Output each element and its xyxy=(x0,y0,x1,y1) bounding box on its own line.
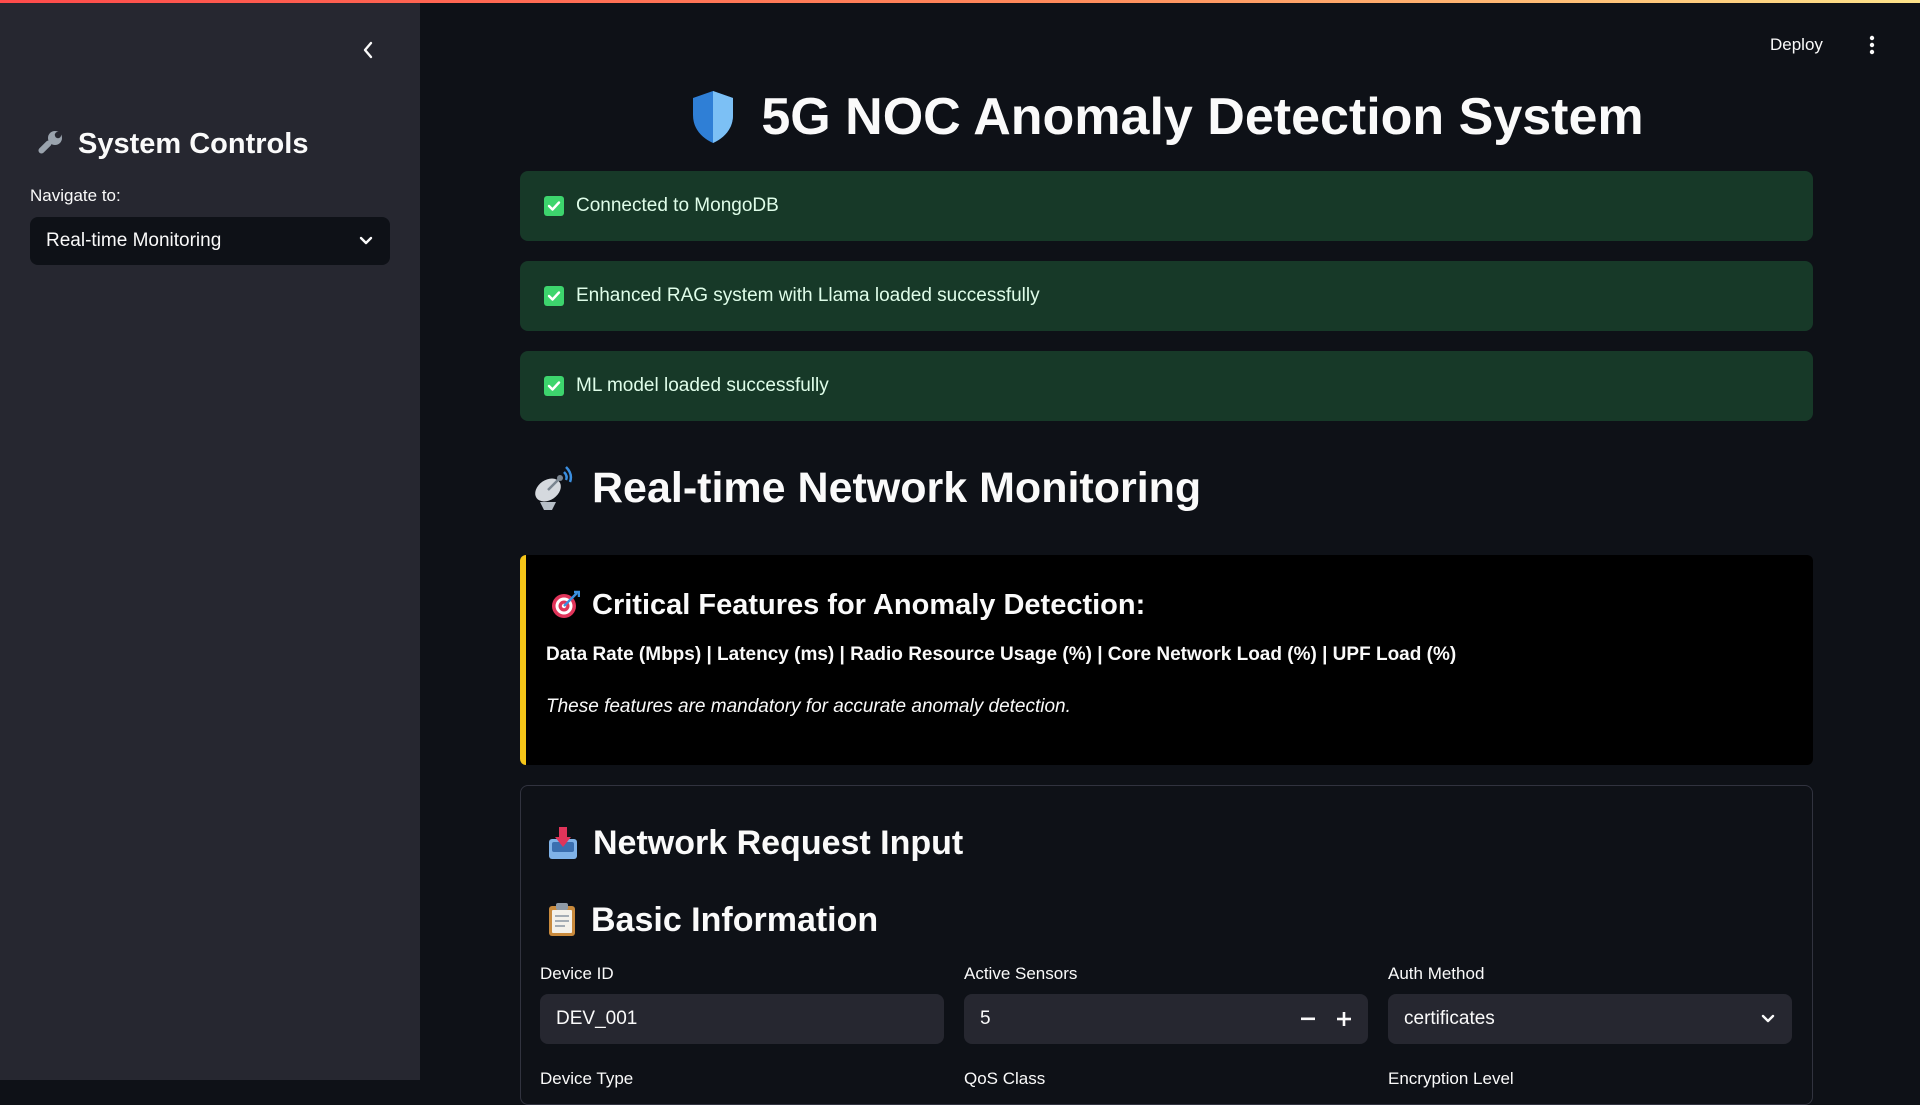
success-alert-ml-model: ML model loaded successfully xyxy=(520,351,1813,421)
minus-icon xyxy=(1301,1017,1315,1021)
critical-features-callout: Critical Features for Anomaly Detection:… xyxy=(520,555,1813,765)
form-subheading: Basic Information xyxy=(547,897,878,943)
chevron-down-icon xyxy=(1761,1014,1775,1023)
decrement-button[interactable] xyxy=(1290,994,1326,1044)
critical-features-list: Data Rate (Mbps) | Latency (ms) | Radio … xyxy=(546,644,1457,665)
active-sensors-input[interactable] xyxy=(980,1008,1290,1030)
critical-features-title: Critical Features for Anomaly Detection: xyxy=(550,585,1145,625)
device-type-label: Device Type xyxy=(540,1069,634,1088)
active-sensors-label: Active Sensors xyxy=(964,964,1078,983)
wrench-icon xyxy=(38,131,62,154)
sidebar: System Controls Navigate to: Real-time M… xyxy=(0,0,420,1080)
main-menu-button[interactable] xyxy=(1860,30,1884,60)
qos-class-label: QoS Class xyxy=(964,1069,1046,1088)
increment-button[interactable] xyxy=(1326,994,1362,1044)
alert-text: Enhanced RAG system with Llama loaded su… xyxy=(576,285,1040,306)
navigation-select-value: Real-time Monitoring xyxy=(46,230,222,251)
target-icon xyxy=(552,590,580,618)
section-title-text: Real-time Network Monitoring xyxy=(592,463,1202,512)
critical-features-note: These features are mandatory for accurat… xyxy=(546,696,1071,717)
plus-icon xyxy=(1337,1012,1351,1026)
alert-text: Connected to MongoDB xyxy=(576,195,779,216)
navigation-select[interactable]: Real-time Monitoring xyxy=(30,217,390,265)
auth-method-label: Auth Method xyxy=(1388,964,1485,983)
auth-method-value: certificates xyxy=(1404,1008,1495,1029)
sidebar-title: System Controls xyxy=(34,124,308,164)
form-heading-text: Network Request Input xyxy=(593,823,964,862)
alert-text: ML model loaded successfully xyxy=(576,375,829,396)
clipboard-icon xyxy=(549,903,575,936)
check-icon xyxy=(544,376,564,396)
check-icon xyxy=(544,286,564,306)
sidebar-title-text: System Controls xyxy=(78,127,309,160)
chevron-down-icon xyxy=(359,236,373,245)
shield-icon xyxy=(693,91,734,143)
device-id-label: Device ID xyxy=(540,964,614,983)
network-request-form: Network Request Input Basic Information … xyxy=(520,785,1813,1105)
inbox-tray-icon xyxy=(549,827,577,859)
deploy-button[interactable]: Deploy xyxy=(1770,30,1823,60)
success-alert-rag: Enhanced RAG system with Llama loaded su… xyxy=(520,261,1813,331)
more-vertical-icon xyxy=(1869,35,1875,55)
critical-features-title-text: Critical Features for Anomaly Detection: xyxy=(592,588,1146,621)
device-id-input[interactable] xyxy=(556,1008,928,1030)
encryption-level-label: Encryption Level xyxy=(1388,1069,1514,1088)
top-decoration-bar xyxy=(0,0,1920,3)
collapse-sidebar-button[interactable] xyxy=(352,34,384,66)
form-heading: Network Request Input xyxy=(547,820,963,866)
page-title-text: 5G NOC Anomaly Detection System xyxy=(761,88,1644,146)
check-icon xyxy=(544,196,564,216)
device-id-field[interactable] xyxy=(540,994,944,1044)
chevron-left-icon xyxy=(363,41,373,59)
satellite-dish-icon xyxy=(535,466,573,510)
success-alert-mongodb: Connected to MongoDB xyxy=(520,171,1813,241)
auth-method-select[interactable]: certificates xyxy=(1388,994,1792,1044)
active-sensors-stepper[interactable] xyxy=(964,994,1368,1044)
page-title: 5G NOC Anomaly Detection System xyxy=(520,82,1813,152)
form-subheading-text: Basic Information xyxy=(591,900,879,939)
navigate-label: Navigate to: xyxy=(30,186,121,205)
section-title: Real-time Network Monitoring xyxy=(530,458,1201,518)
